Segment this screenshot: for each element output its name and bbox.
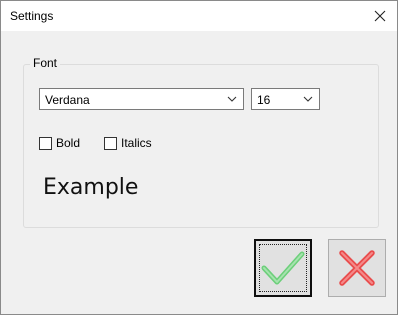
x-icon bbox=[339, 250, 375, 286]
window-title: Settings bbox=[10, 9, 54, 23]
font-family-dropdown[interactable]: Verdana bbox=[39, 88, 244, 110]
font-preview-text: Example bbox=[43, 175, 139, 200]
checkmark-icon bbox=[261, 251, 305, 285]
settings-dialog: Settings Font Verdana 16 Bold Italics Ex… bbox=[0, 0, 398, 315]
italics-label[interactable]: Italics bbox=[121, 136, 152, 150]
font-family-value: Verdana bbox=[45, 93, 90, 107]
title-bar: Settings bbox=[1, 1, 397, 31]
chevron-down-icon bbox=[303, 96, 313, 102]
ok-button[interactable] bbox=[254, 239, 312, 297]
font-size-value: 16 bbox=[257, 93, 271, 107]
font-size-dropdown[interactable]: 16 bbox=[251, 88, 320, 110]
cancel-button[interactable] bbox=[328, 239, 386, 297]
bold-checkbox[interactable] bbox=[39, 137, 52, 150]
italics-checkbox[interactable] bbox=[104, 137, 117, 150]
font-group-label: Font bbox=[30, 56, 61, 70]
bold-label[interactable]: Bold bbox=[56, 136, 80, 150]
close-button[interactable] bbox=[363, 1, 397, 31]
close-icon bbox=[374, 10, 386, 22]
chevron-down-icon bbox=[227, 96, 237, 102]
